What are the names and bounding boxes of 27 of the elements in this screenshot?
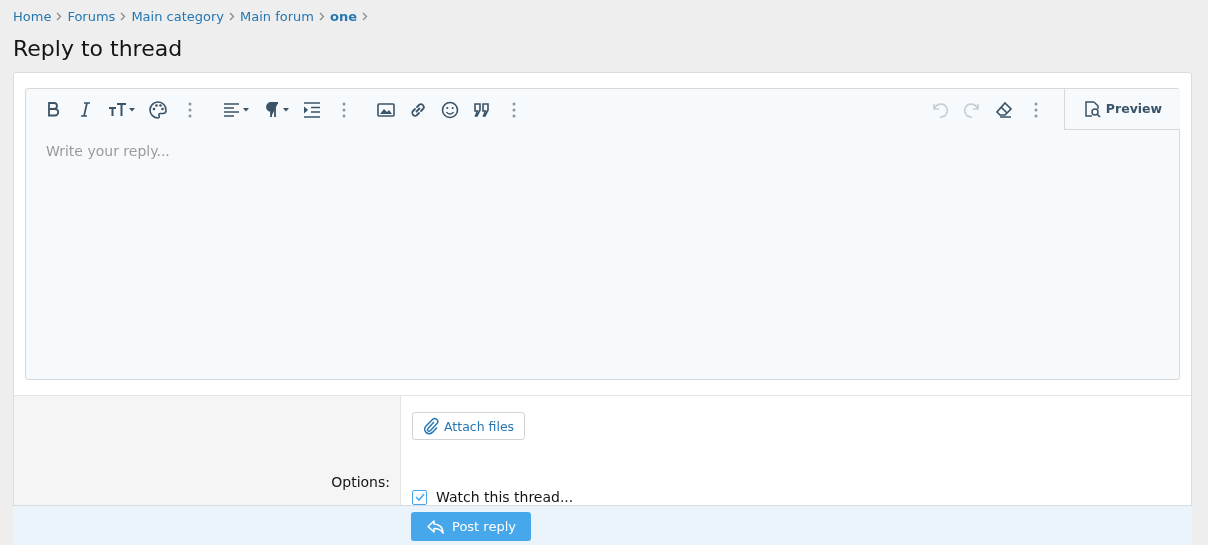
preview-button[interactable]: Preview — [1064, 88, 1180, 130]
attach-files-button[interactable]: Attach files — [412, 412, 526, 440]
document-search-icon — [1082, 99, 1101, 118]
indent-icon[interactable] — [302, 99, 322, 120]
palette-icon[interactable] — [148, 99, 168, 120]
chevron-icon — [120, 11, 127, 21]
checkbox[interactable] — [412, 489, 427, 505]
paperclip-icon — [423, 417, 439, 435]
smiley-icon[interactable] — [440, 99, 460, 120]
chevron-icon — [229, 11, 235, 21]
checkmark-icon — [414, 493, 425, 501]
breadcrumb-link[interactable]: Home — [13, 8, 52, 24]
breadcrumb-link[interactable]: Main category — [131, 8, 224, 24]
editor-placeholder: Write your reply... — [46, 143, 171, 159]
chevron-icon — [362, 11, 368, 21]
chevron-icon — [318, 11, 325, 21]
checkbox-label: Watch this thread... — [436, 489, 574, 505]
chevron-icon — [56, 11, 63, 21]
breadcrumb-link[interactable]: Main forum — [240, 8, 314, 24]
post-reply-button[interactable]: Post reply — [411, 512, 531, 541]
reply-arrow-icon — [426, 518, 446, 535]
breadcrumb-link[interactable]: Forums — [67, 8, 116, 24]
editor-field[interactable]: Preview Write your reply... — [25, 88, 1180, 380]
options-label: Options: — [331, 474, 390, 490]
eraser-icon[interactable] — [994, 99, 1014, 120]
breadcrumb-link[interactable]: one — [329, 8, 357, 24]
page-title: Reply to thread — [13, 35, 184, 63]
